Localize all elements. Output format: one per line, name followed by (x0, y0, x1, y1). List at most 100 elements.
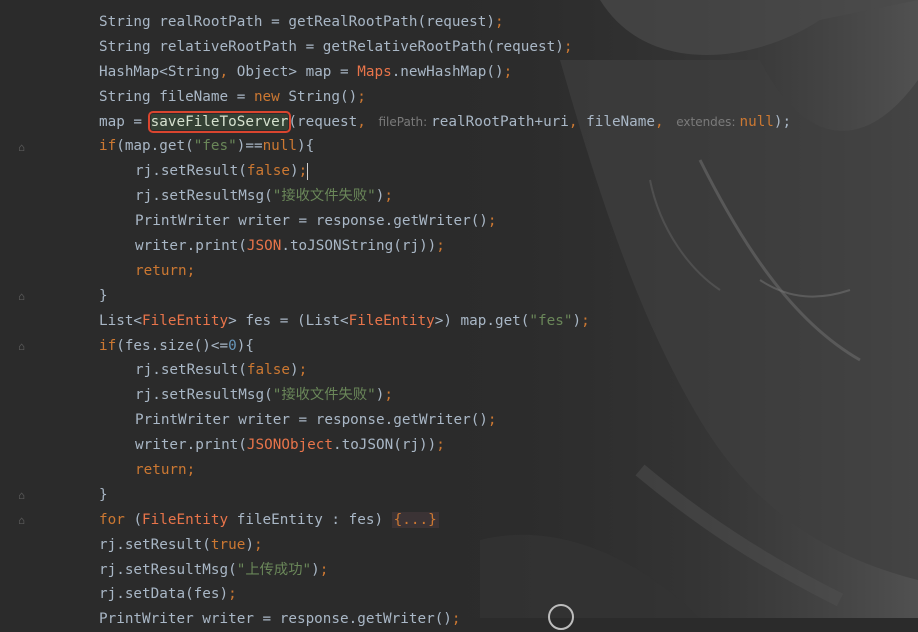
code-token: String realRootPath = getRealRootPath(re… (99, 14, 495, 30)
fold-marker-icon[interactable]: ⌂ (16, 489, 27, 502)
code-token: null (262, 138, 297, 155)
fold-marker-icon[interactable]: ⌂ (16, 290, 27, 303)
code-token: Maps (357, 63, 392, 80)
code-token: ; (298, 163, 308, 180)
code-token: "fes" (529, 312, 573, 329)
code-line[interactable]: rj.setResult(false); (99, 358, 791, 383)
code-token: false (246, 163, 290, 180)
code-token: fileEntity : fes) (228, 511, 392, 528)
code-token: null (739, 113, 774, 130)
code-line[interactable]: for (FileEntity fileEntity : fes) {...} (99, 508, 791, 533)
code-token: "fes" (193, 138, 237, 155)
code-token: ) (311, 561, 320, 578)
code-token: JSON (246, 238, 282, 255)
code-token: } (99, 287, 108, 304)
code-line[interactable]: HashMap<String, Object> map = Maps.newHa… (99, 60, 791, 85)
code-line[interactable]: return; (99, 458, 791, 483)
code-token: ; (563, 38, 573, 55)
code-token: ; (186, 262, 196, 279)
folded-block[interactable]: {...} (391, 511, 439, 528)
code-line[interactable]: rj.setResultMsg("接收文件失败"); (99, 383, 791, 408)
code-token: ; (253, 536, 263, 553)
code-line[interactable]: PrintWriter writer = response.getWriter(… (99, 408, 791, 433)
code-token: writer.print( (135, 238, 247, 255)
code-token: ) (245, 536, 254, 553)
code-token: String() (288, 88, 358, 105)
code-token: false (246, 362, 290, 379)
code-line[interactable]: rj.setResult(true); (99, 533, 791, 558)
code-line[interactable]: writer.print(JSON.toJSONString(rj)); (99, 234, 791, 259)
highlighted-method-name[interactable]: saveFileToServer (147, 110, 292, 133)
code-token: PrintWriter writer = response.getWriter(… (99, 611, 452, 628)
code-line[interactable]: rj.setResultMsg("接收文件失败"); (99, 184, 791, 209)
code-line[interactable]: String realRootPath = getRealRootPath(re… (99, 10, 791, 35)
code-token: ; (487, 213, 497, 230)
code-token: ; (384, 188, 393, 205)
code-token: true (210, 536, 246, 553)
code-token: for (99, 511, 134, 528)
code-token: )== (236, 138, 263, 155)
code-token: 0 (228, 337, 237, 354)
partial-ring-icon (548, 604, 574, 630)
code-line[interactable]: String fileName = new String(); (99, 85, 791, 110)
code-token: PrintWriter writer = response.getWriter(… (135, 412, 488, 429)
code-token: ( (133, 511, 143, 528)
code-line[interactable]: List<FileEntity> fes = (List<FileEntity>… (99, 309, 791, 334)
code-token: new (253, 88, 289, 105)
code-line[interactable]: String relativeRootPath = getRelativeRoo… (99, 35, 791, 60)
code-line[interactable]: PrintWriter writer = response.getWriter(… (99, 209, 791, 234)
code-token: , (357, 113, 375, 130)
code-token: ; (581, 312, 590, 329)
code-line[interactable]: if(fes.size()<=0){ (99, 334, 791, 359)
code-token: FileEntity (142, 511, 229, 528)
code-line[interactable]: if(map.get("fes")==null){ (99, 134, 791, 159)
fold-marker-icon[interactable]: ⌂ (16, 514, 27, 527)
code-token: ; (357, 88, 366, 105)
code-token: String fileName = (99, 88, 254, 105)
code-token: ; (436, 238, 445, 255)
text-caret (307, 162, 309, 180)
code-line[interactable]: map = saveFileToServer(request, filePath… (99, 110, 791, 135)
code-token: ) (289, 362, 299, 379)
code-line[interactable]: rj.setResultMsg("上传成功"); (99, 558, 791, 583)
fold-marker-icon[interactable]: ⌂ (16, 141, 27, 154)
code-token: fileName (586, 113, 655, 130)
code-token: ){ (297, 138, 315, 155)
code-line[interactable]: } (99, 483, 791, 508)
code-token: ; (384, 387, 393, 404)
code-token: , (219, 63, 237, 80)
code-token: (request (288, 113, 358, 130)
code-token: rj.setResultMsg( (135, 387, 273, 404)
code-token: if (99, 337, 117, 354)
code-token: ) (289, 163, 299, 180)
code-line[interactable]: writer.print(JSONObject.toJSON(rj)); (99, 433, 791, 458)
code-token: .toJSONString(rj)) (281, 238, 437, 255)
code-editor[interactable]: String realRootPath = getRealRootPath(re… (99, 10, 791, 632)
code-token: ) (572, 312, 582, 329)
code-line[interactable]: rj.setResult(false); (99, 159, 791, 184)
code-token: FileEntity (348, 312, 435, 329)
code-token: ; (436, 437, 445, 454)
code-token: ; (319, 561, 329, 578)
code-token: , (655, 113, 673, 130)
parameter-hint: filePath: (378, 114, 428, 129)
code-token: } (99, 486, 108, 503)
code-token: , (568, 113, 587, 130)
code-line[interactable]: } (99, 284, 791, 309)
code-line[interactable]: return; (99, 259, 791, 284)
code-token: return (135, 462, 187, 479)
code-token: map = (99, 113, 151, 130)
code-token: if (99, 138, 117, 155)
code-token: ; (186, 462, 196, 479)
code-token: ; (494, 14, 504, 30)
code-line[interactable]: rj.setData(fes); (99, 582, 791, 607)
code-line[interactable]: PrintWriter writer = response.getWriter(… (99, 607, 791, 632)
parameter-hint: extendes: (676, 114, 736, 129)
code-token: FileEntity (142, 312, 229, 329)
code-token: return (135, 262, 187, 279)
editor-gutter: ⌂ ⌂ ⌂ ⌂ ⌂ (0, 0, 46, 618)
fold-marker-icon[interactable]: ⌂ (16, 340, 27, 353)
code-token: rj.setData(fes) (99, 586, 229, 603)
code-token: JSONObject (246, 437, 333, 454)
code-token: String relativeRootPath = getRelativeRoo… (99, 38, 564, 55)
